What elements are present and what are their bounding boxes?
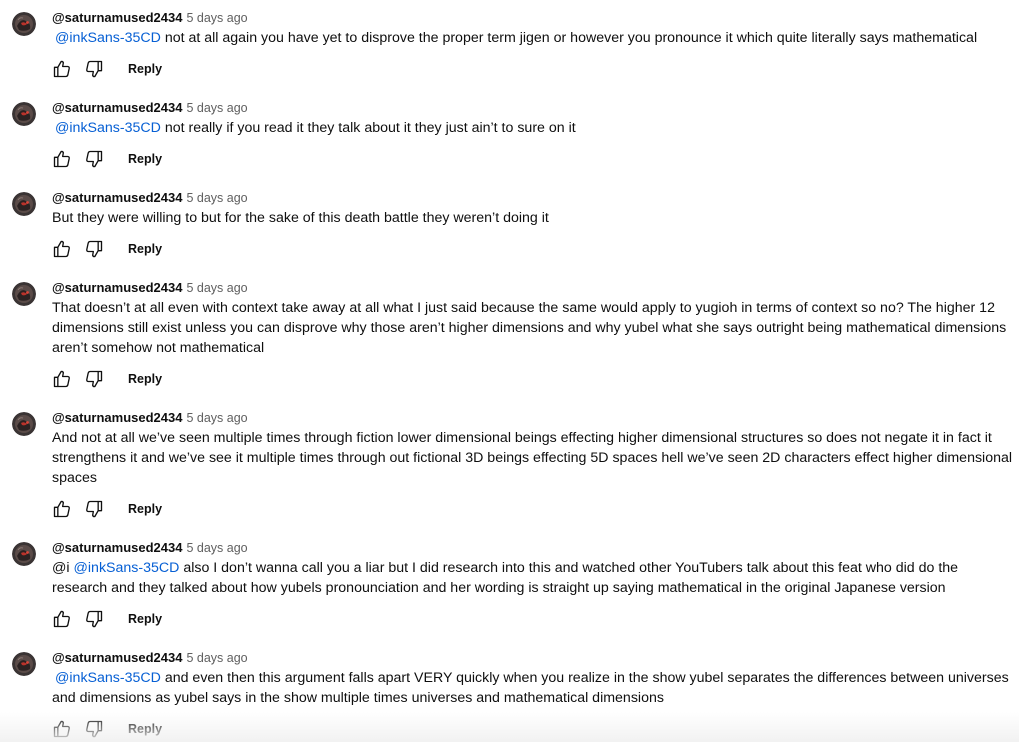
thumbs-up-icon — [53, 150, 70, 168]
comment-text: But they were willing to but for the sak… — [52, 208, 1014, 228]
dislike-button[interactable] — [84, 59, 104, 79]
thumbs-down-icon — [86, 720, 103, 738]
comment-body: That doesn’t at all even with context ta… — [52, 300, 1007, 356]
dislike-button[interactable] — [84, 719, 104, 739]
comment-header: @saturnamused2434 5 days ago — [52, 277, 248, 299]
avatar-image — [12, 282, 36, 306]
thumbs-down-icon — [86, 500, 103, 518]
thumbs-up-icon — [53, 500, 70, 518]
reply-button[interactable]: Reply — [128, 59, 162, 79]
thumbs-up-icon — [53, 60, 70, 78]
avatar[interactable] — [12, 412, 36, 436]
thumbs-down-icon — [86, 370, 103, 388]
comment-text: @inkSans-35CD not at all again you have … — [52, 28, 1014, 48]
like-button[interactable] — [52, 719, 72, 739]
avatar-image — [12, 652, 36, 676]
comment-header: @saturnamused2434 5 days ago — [52, 407, 248, 429]
like-button[interactable] — [52, 149, 72, 169]
thumbs-up-icon — [53, 240, 70, 258]
comment-text: @inkSans-35CD not really if you read it … — [52, 118, 1014, 138]
avatar[interactable] — [12, 12, 36, 36]
comment-header: @saturnamused2434 5 days ago — [52, 7, 248, 29]
comment-text: @i @inkSans-35CD also I don’t wanna call… — [52, 558, 1014, 598]
dislike-button[interactable] — [84, 609, 104, 629]
reply-button[interactable]: Reply — [128, 369, 162, 389]
comment-header: @saturnamused2434 5 days ago — [52, 647, 248, 669]
thumbs-down-icon — [86, 60, 103, 78]
reply-button[interactable]: Reply — [128, 149, 162, 169]
mention-link[interactable]: @inkSans-35CD — [55, 670, 161, 686]
comment-time[interactable]: 5 days ago — [186, 411, 247, 425]
like-button[interactable] — [52, 59, 72, 79]
comment-text: That doesn’t at all even with context ta… — [52, 298, 1014, 358]
comment-author[interactable]: @saturnamused2434 — [52, 650, 182, 665]
comment-author[interactable]: @saturnamused2434 — [52, 100, 182, 115]
comment-author[interactable]: @saturnamused2434 — [52, 10, 182, 25]
avatar[interactable] — [12, 282, 36, 306]
reply-button[interactable]: Reply — [128, 609, 162, 629]
like-button[interactable] — [52, 499, 72, 519]
avatar-image — [12, 192, 36, 216]
comment-header: @saturnamused2434 5 days ago — [52, 97, 248, 119]
comment-body: not really if you read it they talk abou… — [160, 120, 576, 136]
comment-time[interactable]: 5 days ago — [186, 101, 247, 115]
thumbs-down-icon — [86, 150, 103, 168]
dislike-button[interactable] — [84, 369, 104, 389]
avatar[interactable] — [12, 652, 36, 676]
thumbs-down-icon — [86, 240, 103, 258]
comment-prefix: @i — [52, 560, 74, 576]
comment-text: @inkSans-35CD and even then this argumen… — [52, 668, 1014, 708]
comment-time[interactable]: 5 days ago — [186, 191, 247, 205]
thumbs-up-icon — [53, 610, 70, 628]
comment-header: @saturnamused2434 5 days ago — [52, 187, 248, 209]
avatar-image — [12, 542, 36, 566]
thumbs-down-icon — [86, 610, 103, 628]
dislike-button[interactable] — [84, 149, 104, 169]
thumbs-up-icon — [53, 720, 70, 738]
dislike-button[interactable] — [84, 239, 104, 259]
thumbs-up-icon — [53, 370, 70, 388]
comment-time[interactable]: 5 days ago — [186, 541, 247, 555]
avatar[interactable] — [12, 542, 36, 566]
comment-text: And not at all we’ve seen multiple times… — [52, 428, 1014, 488]
reply-button[interactable]: Reply — [128, 499, 162, 519]
reply-button[interactable]: Reply — [128, 239, 162, 259]
comment-author[interactable]: @saturnamused2434 — [52, 280, 182, 295]
comment-author[interactable]: @saturnamused2434 — [52, 190, 182, 205]
comment-header: @saturnamused2434 5 days ago — [52, 537, 248, 559]
comment-body: and even then this argument falls apart … — [52, 670, 1009, 706]
mention-link[interactable]: @inkSans-35CD — [55, 120, 161, 136]
like-button[interactable] — [52, 369, 72, 389]
avatar-image — [12, 102, 36, 126]
comment-body: not at all again you have yet to disprov… — [160, 30, 978, 46]
dislike-button[interactable] — [84, 499, 104, 519]
avatar-image — [12, 412, 36, 436]
comment-body: But they were willing to but for the sak… — [52, 210, 549, 226]
avatar[interactable] — [12, 102, 36, 126]
mention-link[interactable]: @inkSans-35CD — [55, 30, 161, 46]
comment-body: And not at all we’ve seen multiple times… — [52, 430, 1013, 486]
avatar-image — [12, 12, 36, 36]
like-button[interactable] — [52, 239, 72, 259]
comment-time[interactable]: 5 days ago — [186, 651, 247, 665]
mention-link[interactable]: @inkSans-35CD — [74, 560, 180, 576]
comment-body: also I don’t wanna call you a liar but I… — [52, 560, 959, 596]
like-button[interactable] — [52, 609, 72, 629]
comment-author[interactable]: @saturnamused2434 — [52, 410, 182, 425]
comment-author[interactable]: @saturnamused2434 — [52, 540, 182, 555]
comment-time[interactable]: 5 days ago — [186, 281, 247, 295]
comment-time[interactable]: 5 days ago — [186, 11, 247, 25]
avatar[interactable] — [12, 192, 36, 216]
reply-button[interactable]: Reply — [128, 719, 162, 739]
